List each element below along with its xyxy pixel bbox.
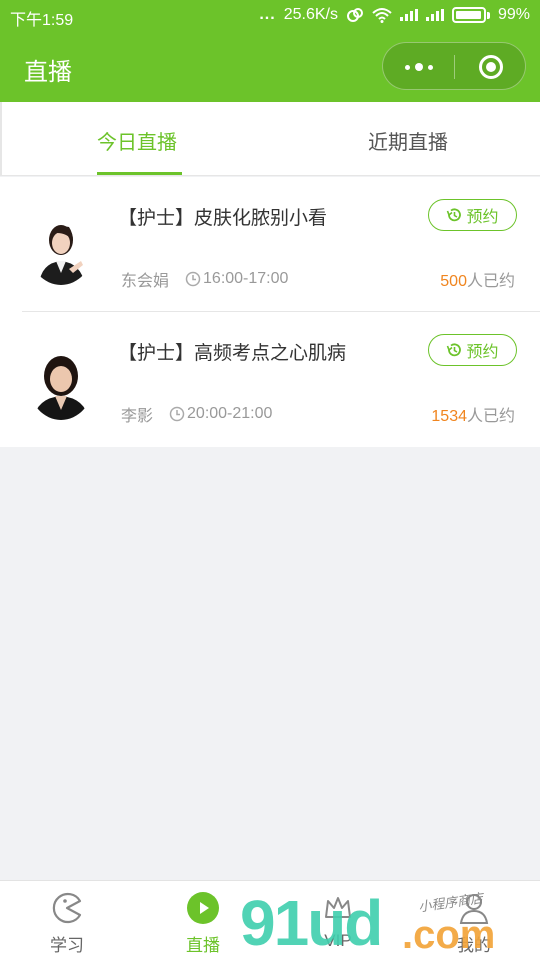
tab-bar: 今日直播 近期直播: [0, 102, 540, 176]
booked-number: 500: [440, 273, 467, 290]
status-time: 下午1:59: [10, 12, 74, 29]
status-right: ... 25.6K/s 99%: [259, 6, 530, 24]
more-button[interactable]: [383, 43, 455, 91]
reserve-button[interactable]: 预约: [428, 334, 517, 366]
dot-icon: [428, 64, 433, 70]
booked-suffix: 人已约: [466, 273, 515, 290]
watermark-logo: 91ud .com 小程序商店: [240, 888, 530, 958]
pacman-icon: [52, 892, 82, 924]
reserve-label: 预约: [466, 344, 499, 361]
signal-icon-2: [425, 9, 444, 21]
list-item[interactable]: 【护士】高频考点之心肌病 预约 李影 20:00-21:00 1534人已约: [0, 312, 540, 447]
miniprogram-capsule: [382, 42, 526, 90]
play-circle-icon: [187, 892, 219, 924]
watermark-main: 91ud: [240, 887, 383, 959]
teacher-name: 东会娟: [121, 273, 170, 290]
tab-active-indicator: [97, 172, 182, 175]
page-title: 直播: [24, 59, 72, 86]
wifi-icon: [372, 8, 392, 23]
booked-count: 1534人已约: [431, 402, 515, 426]
live-time: 20:00-21:00: [187, 405, 273, 422]
course-meta: 李影 20:00-21:00: [121, 402, 272, 426]
tab-recent-live[interactable]: 近期直播: [368, 126, 448, 155]
reserve-label: 预约: [466, 209, 499, 226]
reserve-button[interactable]: 预约: [428, 199, 517, 231]
history-clock-icon: [447, 208, 462, 222]
live-time: 16:00-17:00: [203, 270, 289, 287]
top-bar: 下午1:59 ... 25.6K/s 99% 直播: [0, 0, 540, 102]
nav-live-label: 直播: [186, 936, 220, 955]
history-clock-icon: [447, 343, 462, 357]
teacher-avatar: [29, 213, 93, 285]
clock-icon: [169, 406, 185, 422]
sync-icon: [346, 8, 363, 22]
teacher-photo-icon: [29, 213, 93, 285]
list-item[interactable]: 【护士】皮肤化脓别小看 预约 东会娟 16:00-17:00 500人已约: [0, 177, 540, 312]
dot-icon: [405, 64, 410, 70]
course-meta: 东会娟 16:00-17:00: [121, 267, 288, 291]
nav-live[interactable]: 直播: [153, 881, 253, 960]
nav-study[interactable]: 学习: [17, 881, 117, 960]
teacher-photo-icon: [29, 348, 93, 420]
teacher-name: 李影: [121, 408, 154, 425]
course-title: 【护士】皮肤化脓别小看: [118, 208, 328, 229]
capsule-divider: [454, 55, 455, 79]
watermark-com: .com: [402, 913, 496, 957]
dot-icon: [415, 63, 423, 71]
course-title: 【护士】高频考点之心肌病: [118, 343, 347, 364]
booked-count: 500人已约: [440, 267, 515, 291]
booked-number: 1534: [431, 408, 467, 425]
status-dots: ...: [259, 6, 276, 23]
nav-study-label: 学习: [50, 936, 84, 955]
booked-suffix: 人已约: [466, 408, 515, 425]
battery-icon: [451, 7, 486, 23]
tab-today-live[interactable]: 今日直播: [97, 126, 177, 155]
clock-icon: [185, 271, 201, 287]
close-miniprogram-button[interactable]: [479, 55, 503, 79]
status-bar: 下午1:59 ... 25.6K/s 99%: [0, 0, 540, 32]
signal-icon: [399, 9, 418, 21]
network-speed: 25.6K/s: [283, 6, 338, 23]
battery-level: 99%: [497, 6, 530, 23]
teacher-avatar: [29, 348, 93, 420]
live-list: 【护士】皮肤化脓别小看 预约 东会娟 16:00-17:00 500人已约 【护…: [0, 177, 540, 447]
battery-tip: [486, 11, 490, 19]
